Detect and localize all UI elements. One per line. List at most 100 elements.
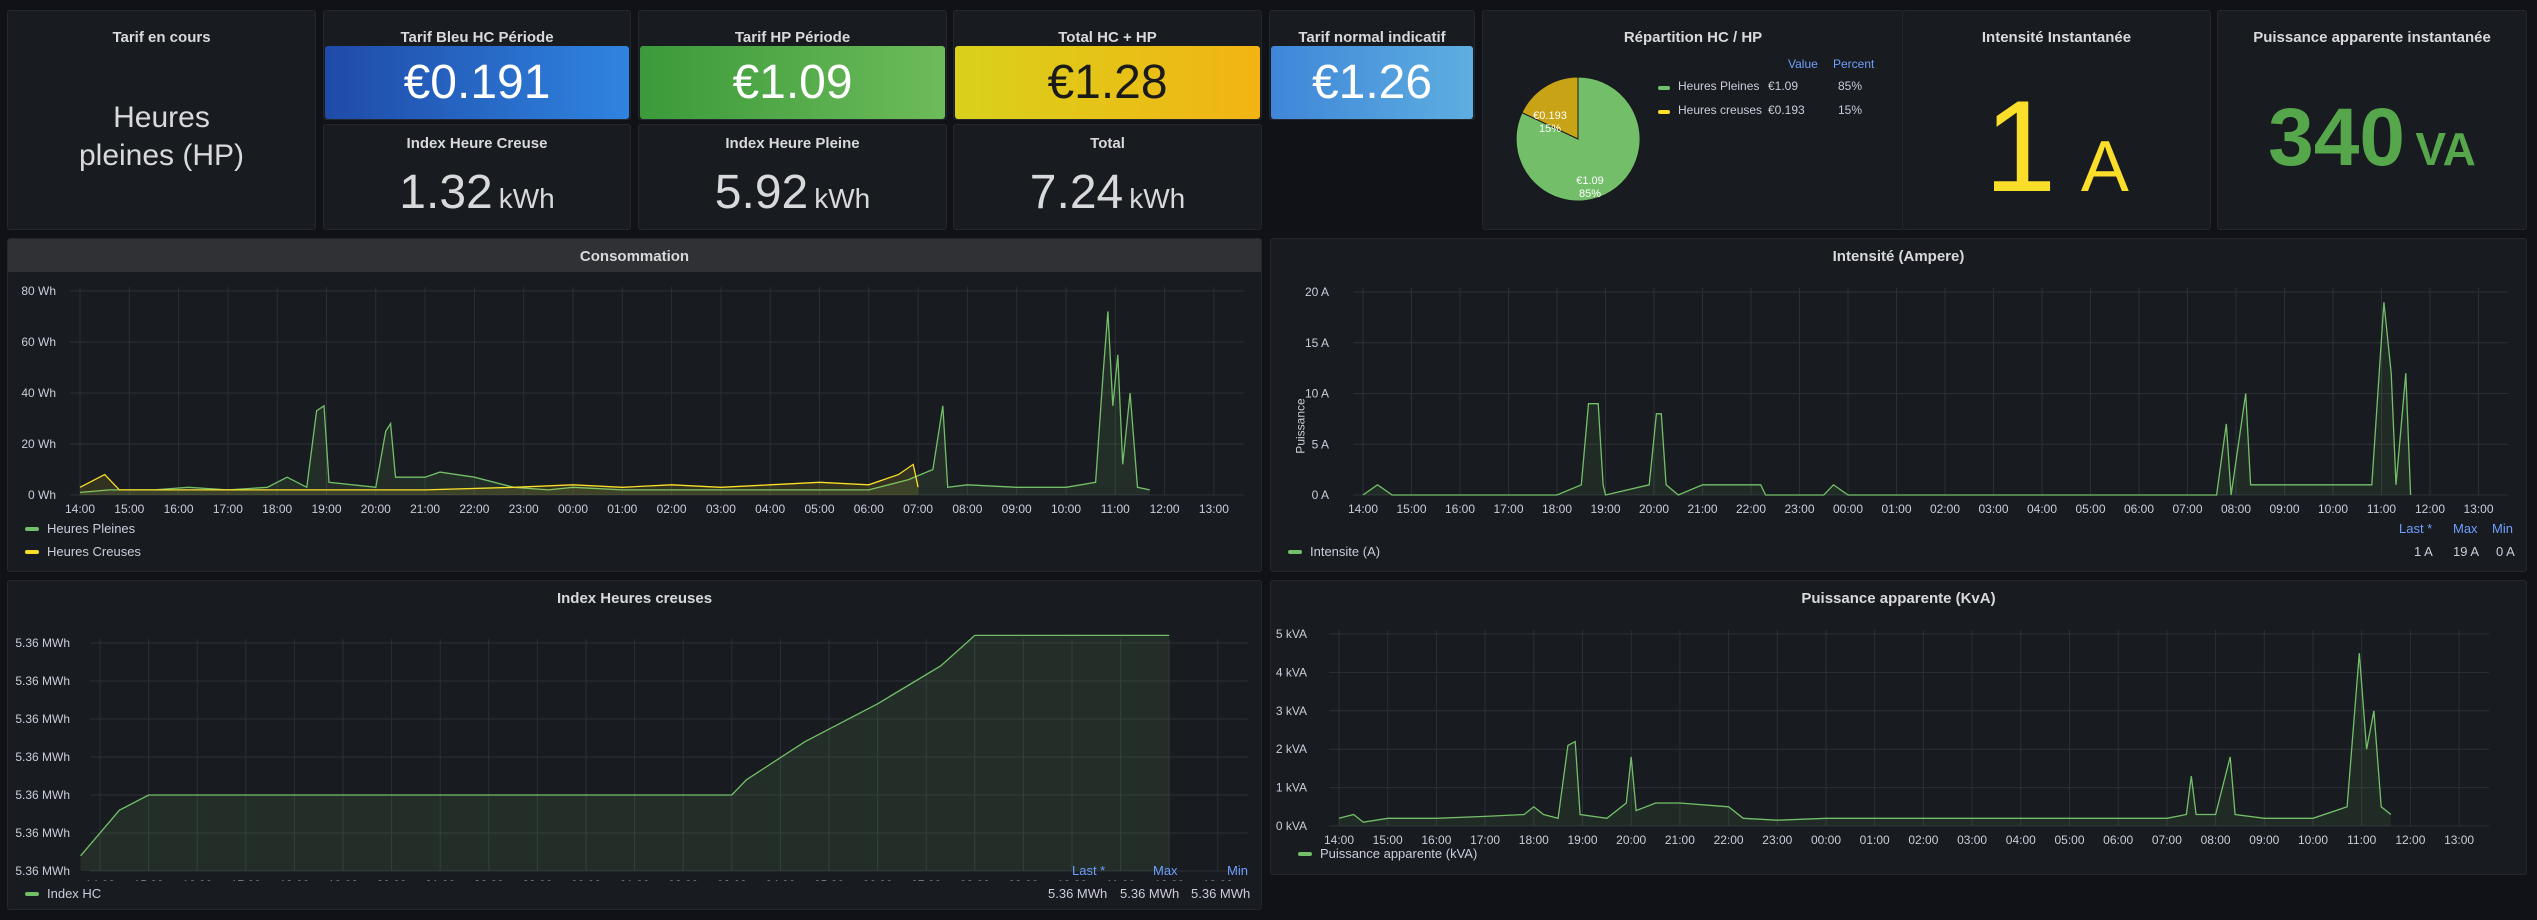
x-tick-label: 14:00 <box>65 502 95 516</box>
x-tick-label: 13:00 <box>1203 878 1233 881</box>
index-hc-chart[interactable]: 5.36 MWh 5.36 MWh 5.36 MWh 5.36 MWh 5.36 MWh… <box>8 621 1262 881</box>
legend-swatch <box>1658 110 1670 114</box>
intensite-chart[interactable]: 0 A 5 A 10 A 15 A 20 A 14:00 15:00 16:00 17:00 18… <box>1271 279 2527 539</box>
legend-swatch <box>25 891 39 896</box>
stat-value: €1.09 <box>732 56 853 109</box>
tarif-hp-panel: Tarif HP Période €1.09 <box>638 10 947 120</box>
legend-value-min: 0 A <box>2496 544 2515 559</box>
x-tick-label: 16:00 <box>182 878 212 881</box>
panel-title: Index Heure Pleine <box>725 135 860 152</box>
panel-title: Tarif Bleu HC Période <box>400 29 554 46</box>
x-tick-label: 20:00 <box>1639 502 1669 516</box>
legend-swatch <box>1658 86 1670 90</box>
x-tick-label: 11:00 <box>2367 502 2396 516</box>
x-tick-label: 23:00 <box>1784 502 1814 516</box>
stat-value: 7.24 <box>1029 166 1124 219</box>
legend-item-heures-creuses[interactable]: Heures Creuses <box>25 544 141 559</box>
panel-title[interactable]: Index Heures creuses <box>8 590 1261 607</box>
x-tick-label: 07:00 <box>2152 833 2182 847</box>
tarif-bleu-hc-panel: Tarif Bleu HC Période €0.191 <box>323 10 631 120</box>
intensite-panel: Intensité (Ampere) 0 A 5 A 10 A 15 A 20 A 14:… <box>1270 238 2527 572</box>
panel-title[interactable]: Intensité (Ampere) <box>1271 248 2526 265</box>
x-tick-label: 18:00 <box>262 502 292 516</box>
legend-header-max[interactable]: Max <box>2453 521 2478 536</box>
x-tick-label: 09:00 <box>2249 833 2279 847</box>
panel-title[interactable]: Consommation <box>8 248 1261 265</box>
x-tick-label: 00:00 <box>558 502 588 516</box>
legend-header-last[interactable]: Last * <box>1072 863 1105 878</box>
x-tick-label: 04:00 <box>765 878 795 881</box>
x-tick-label: 02:00 <box>1908 833 1938 847</box>
x-tick-label: 01:00 <box>620 878 650 881</box>
x-tick-label: 23:00 <box>1762 833 1792 847</box>
x-tick-label: 16:00 <box>164 502 194 516</box>
x-tick-label: 10:00 <box>2298 833 2328 847</box>
panel-title: Intensité Instantanée <box>1981 29 2132 46</box>
legend-item-puissance[interactable]: Puissance apparente (kVA) <box>1298 846 1477 861</box>
legend-item-heures-pleines[interactable]: Heures Pleines <box>25 521 135 536</box>
total-hc-hp-panel: Total HC + HP €1.28 <box>953 10 1262 120</box>
legend-percent: 15% <box>1838 103 1863 117</box>
x-tick-label: 09:00 <box>1002 502 1032 516</box>
series-area-0 <box>80 311 1150 495</box>
x-tick-label: 15:00 <box>114 502 144 516</box>
series-line-0 <box>1362 302 2412 496</box>
series-area-0 <box>80 635 1170 871</box>
x-tick-label: 02:00 <box>668 878 698 881</box>
x-tick-label: 14:00 <box>1324 833 1354 847</box>
panel-title[interactable]: Puissance apparente (KvA) <box>1271 590 2526 607</box>
tarif-hp-value-tile: €1.09 <box>640 46 945 119</box>
legend-header-min[interactable]: Min <box>2492 521 2513 536</box>
consommation-chart[interactable]: 0 Wh 20 Wh 40 Wh 60 Wh 80 Wh 14:00 15:00 16:00 1… <box>8 279 1262 539</box>
legend-label: Heures creuses <box>1678 103 1763 117</box>
tarif-value: Heures pleines (HP) <box>78 101 245 172</box>
puissance-chart[interactable]: 0 kVA 1 kVA 2 kVA 3 kVA 4 kVA 5 kVA 14:00 15:00… <box>1271 621 2527 861</box>
x-tick-label: 12:00 <box>2415 502 2445 516</box>
y-tick-label: 20 Wh <box>21 437 56 451</box>
x-tick-label: 03:00 <box>1978 502 2008 516</box>
legend-value-min: 5.36 MWh <box>1191 886 1251 901</box>
x-tick-label: 15:00 <box>1373 833 1403 847</box>
x-tick-label: 19:00 <box>311 502 341 516</box>
x-tick-label: 03:00 <box>717 878 747 881</box>
tarif-en-cours-panel: Tarif en cours Heures pleines (HP) <box>7 10 316 230</box>
x-tick-label: 02:00 <box>1930 502 1960 516</box>
tarif-bleu-hc-value-tile: €0.191 <box>325 46 629 119</box>
tarif-normal-panel: Tarif normal indicatif €1.26 <box>1269 10 1475 120</box>
y-tick-label: 5.36 MWh <box>15 864 70 878</box>
x-tick-label: 19:00 <box>1590 502 1620 516</box>
y-tick-label: 5.36 MWh <box>15 750 70 764</box>
legend-row-hp[interactable]: Heures Pleines €1.09 85% <box>1658 79 1888 93</box>
x-tick-label: 22:00 <box>1736 502 1766 516</box>
legend-header-value[interactable]: Value <box>1788 57 1818 71</box>
stat-value: €1.26 <box>1311 56 1433 109</box>
y-tick-label: 10 A <box>1305 387 1329 401</box>
x-tick-label: 03:00 <box>706 502 736 516</box>
x-tick-label: 09:00 <box>2269 502 2299 516</box>
legend-header-percent[interactable]: Percent <box>1833 57 1874 71</box>
panel-title: Puissance apparente instantanée <box>2253 29 2491 46</box>
x-tick-label: 10:00 <box>1057 878 1087 881</box>
legend-header-last[interactable]: Last * <box>2399 521 2432 536</box>
index-total-stat: 7.24 kWh <box>954 165 1261 220</box>
x-tick-label: 07:00 <box>903 502 933 516</box>
x-tick-label: 23:00 <box>509 502 539 516</box>
puissance-inst-panel: Puissance apparente instantanée 340 VA <box>2217 10 2527 230</box>
legend-row-hc[interactable]: Heures creuses €0.193 15% <box>1658 103 1888 117</box>
x-tick-label: 08:00 <box>2201 833 2231 847</box>
legend-item-index-hc[interactable]: Index HC <box>25 886 101 901</box>
legend-item-intensite[interactable]: Intensite (A) <box>1288 544 1380 559</box>
intensite-inst-stat: 1 A <box>1903 71 2210 221</box>
y-tick-label: 2 kVA <box>1276 742 1307 756</box>
x-tick-label: 17:00 <box>1470 833 1500 847</box>
series-line-0 <box>1338 653 2392 823</box>
x-tick-label: 13:00 <box>1199 502 1229 516</box>
legend-header-min[interactable]: Min <box>1227 863 1248 878</box>
legend-swatch <box>25 526 39 531</box>
stat-unit: VA <box>2415 123 2476 175</box>
x-tick-label: 13:00 <box>2463 502 2493 516</box>
legend-header-max[interactable]: Max <box>1153 863 1178 878</box>
x-tick-label: 01:00 <box>1881 502 1911 516</box>
stat-value: 340 <box>2268 92 2405 183</box>
stat-unit: A <box>2080 127 2129 207</box>
